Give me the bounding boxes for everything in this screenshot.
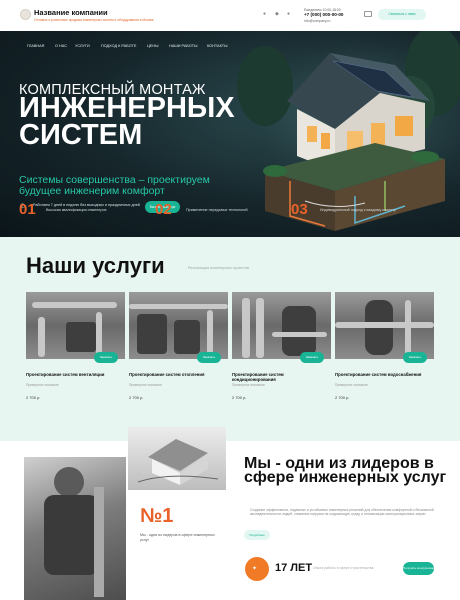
leaders-text: Создание эффективных, надежных и устойчи… xyxy=(250,508,434,517)
hero-title-line2: ИНЖЕНЕРНЫХ СИСТЕМ xyxy=(19,92,235,151)
card-subtitle: Примерное описание xyxy=(26,383,59,387)
stat-text-2: Применение передовых технологий xyxy=(186,208,248,212)
service-card[interactable]: Заказать Проектирование систем кондицион… xyxy=(232,292,331,405)
services-section: Наши услуги Реализация инженерных проект… xyxy=(0,237,460,441)
order-button[interactable]: Заказать xyxy=(300,352,324,363)
years-text: Опыта работы в сфере строительства xyxy=(313,566,374,570)
vk-icon[interactable]: ● xyxy=(263,11,266,17)
order-button[interactable]: Заказать xyxy=(197,352,221,363)
mail-icon[interactable] xyxy=(364,11,372,17)
years-count: 17 ЛЕТ xyxy=(275,562,313,574)
leader-badge-text: Мы - одни из лидеров в сфере инженерных … xyxy=(140,533,215,542)
hero-section: ГЛАВНАЯ О НАС УСЛУГИ ПОДХОД К РАБОТЕ ЦЕН… xyxy=(0,31,460,237)
leader-badge: №1 xyxy=(140,505,174,527)
stat-number-1: 01 xyxy=(19,201,36,218)
service-card[interactable]: Заказать Проектирование систем водоснабж… xyxy=(335,292,434,405)
nav-item-about[interactable]: О НАС xyxy=(55,44,67,48)
company-logo[interactable] xyxy=(20,9,31,20)
card-price: 2 700 р. xyxy=(335,395,350,400)
star-icon: ✦ xyxy=(252,566,258,572)
leader-badge-box: №1 Мы - одни из лидеров в сфере инженерн… xyxy=(128,493,226,600)
stat-number-2: 02 xyxy=(155,201,172,218)
nav-item-services[interactable]: УСЛУГИ xyxy=(75,44,90,48)
card-subtitle: Примерное описание xyxy=(129,383,162,387)
service-card[interactable]: Заказать Проектирование систем вентиляци… xyxy=(26,292,125,405)
card-price: 2 700 р. xyxy=(232,395,247,400)
nav-item-approach[interactable]: ПОДХОД К РАБОТЕ xyxy=(101,44,136,48)
service-image-water-supply xyxy=(335,292,434,359)
top-bar: Название компании Оптовые и розничные пр… xyxy=(0,0,460,31)
service-card[interactable]: Заказать Проектирование систем отопления… xyxy=(129,292,228,405)
services-title: Наши услуги xyxy=(26,253,165,278)
company-name[interactable]: Название компании xyxy=(34,8,108,17)
leaders-title: Мы - одни из лидеров в сфере инженерных … xyxy=(244,455,447,486)
service-image-conditioning xyxy=(232,292,331,359)
house-model-photo xyxy=(128,427,226,490)
contact-us-button[interactable]: Связаться с нами xyxy=(378,9,426,20)
hero-note: Работаем 7 дней в неделю без выходных и … xyxy=(33,203,140,207)
service-image-heating xyxy=(129,292,228,359)
card-price: 2 700 р. xyxy=(26,395,41,400)
stat-number-3: 03 xyxy=(291,201,308,218)
more-button[interactable]: Подробнее xyxy=(244,530,270,540)
consultation-button[interactable]: Получить консультацию xyxy=(403,562,436,575)
email-link[interactable]: info@company.ru xyxy=(304,19,330,23)
nav-item-contacts[interactable]: КОНТАКТЫ xyxy=(207,44,227,48)
card-subtitle: Примерное описание xyxy=(232,383,265,387)
order-button[interactable]: Заказать xyxy=(94,352,118,363)
whatsapp-icon[interactable]: ● xyxy=(287,11,290,17)
order-button[interactable]: Заказать xyxy=(403,352,427,363)
nav-item-prices[interactable]: ЦЕНЫ xyxy=(147,44,158,48)
hero-subtitle: Системы совершенства – проектируем будущ… xyxy=(19,174,210,197)
card-subtitle: Примерное описание xyxy=(335,383,368,387)
phone-link[interactable]: +7 (000) 000-00-00 xyxy=(304,12,343,17)
stat-text-3: Индивидуальный подход к каждому клиенту xyxy=(320,208,396,212)
card-title: Проектирование систем кондиционирования xyxy=(232,372,284,382)
stat-text-1: Высокая квалификация инженеров xyxy=(46,208,107,212)
card-title: Проектирование систем водоснабжения xyxy=(335,372,422,377)
card-title: Проектирование систем отопления xyxy=(129,372,205,377)
telegram-icon[interactable]: ◆ xyxy=(275,11,279,17)
card-price: 2 700 р. xyxy=(129,395,144,400)
about-section: №1 Мы - одни из лидеров в сфере инженерн… xyxy=(0,427,460,600)
worker-photo xyxy=(24,457,126,600)
company-tagline: Оптовые и розничные продажи инженерных с… xyxy=(34,18,154,22)
service-image-ventilation xyxy=(26,292,125,359)
card-title: Проектирование систем вентиляции xyxy=(26,372,105,377)
nav-item-works[interactable]: НАШИ РАБОТЫ xyxy=(169,44,197,48)
experience-badge: ✦ xyxy=(245,557,269,581)
services-subtitle: Реализация инженерных проектов xyxy=(188,266,250,270)
nav-item-home[interactable]: ГЛАВНАЯ xyxy=(27,44,44,48)
